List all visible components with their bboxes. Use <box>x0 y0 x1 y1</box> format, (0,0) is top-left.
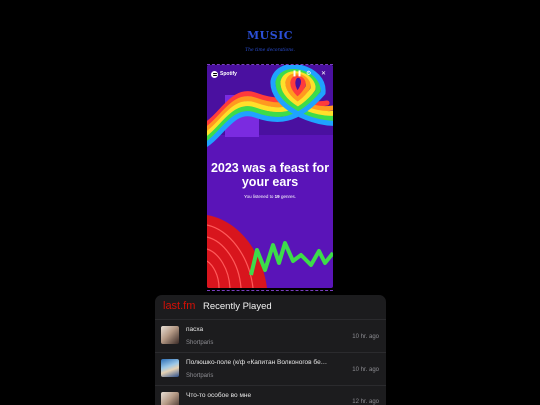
track-time: 10 hr. ago <box>352 334 379 340</box>
album-art <box>161 326 179 344</box>
track-row[interactable]: пасха Shortparis 10 hr. ago <box>155 319 386 352</box>
track-row[interactable]: Что-то особое во мне 12 hr. ago <box>155 385 386 405</box>
spotify-logo-icon <box>211 71 218 78</box>
spotify-wrapped-story[interactable]: Spotify ❚❚ ⚙ ✕ 2023 was a feast for your… <box>207 65 333 288</box>
lastfm-logo[interactable]: last.fm <box>163 300 195 312</box>
story-subline: You listened to 19 genres. <box>207 194 333 199</box>
track-artist: Shortparis <box>186 340 214 346</box>
track-time: 10 hr. ago <box>352 367 379 373</box>
widget-title: Recently Played <box>203 301 272 312</box>
track-title: Полюшко-поле (к/ф «Капитан Волконогов бе… <box>186 359 328 366</box>
site-title: MUSIC <box>246 29 294 42</box>
track-title: Что-то особое во мне <box>186 392 252 399</box>
track-title: пасха <box>186 326 204 333</box>
gear-icon[interactable]: ⚙ <box>306 70 311 78</box>
headline-line-2: your ears <box>241 175 299 189</box>
lastfm-widget: last.fm Recently Played пасха Shortparis… <box>155 295 386 405</box>
album-art <box>161 359 179 377</box>
close-icon[interactable]: ✕ <box>321 70 326 78</box>
story-topbar: Spotify ❚❚ ⚙ ✕ <box>207 65 333 85</box>
site-subtitle: The time decorations. <box>245 48 295 53</box>
subline-pre: You listened to <box>244 194 274 199</box>
divider <box>207 290 333 291</box>
track-time: 12 hr. ago <box>352 399 379 405</box>
album-art <box>161 392 179 405</box>
genre-count: 19 <box>274 194 280 199</box>
pause-icon[interactable]: ❚❚ <box>292 70 302 78</box>
track-row[interactable]: Полюшко-поле (к/ф «Капитан Волконогов бе… <box>155 352 386 385</box>
story-headline: 2023 was a feast for your ears <box>207 161 333 189</box>
headline-line-1: 2023 was a feast for <box>210 161 330 175</box>
subline-post: genres. <box>280 194 296 199</box>
track-artist: Shortparis <box>186 373 214 379</box>
spotify-wordmark: Spotify <box>220 71 237 77</box>
